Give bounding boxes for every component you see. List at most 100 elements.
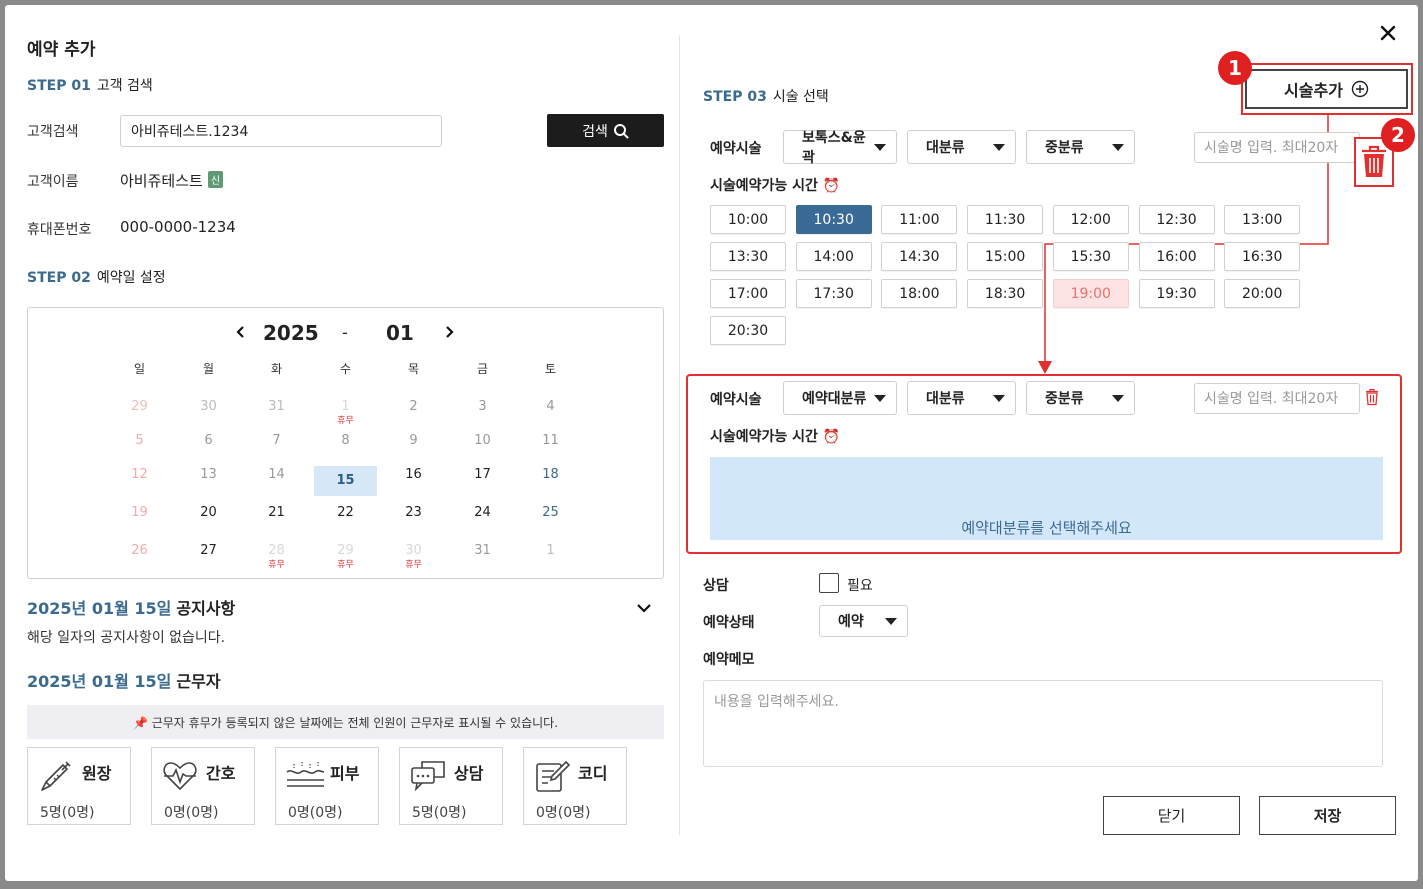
search-button-label: 검색 [582,123,608,140]
next-month-icon[interactable] [434,320,464,344]
add-procedure-button[interactable]: 시술추가 [1245,69,1408,109]
calendar-day[interactable]: 6 [177,432,240,462]
calendar-day[interactable]: 30 [177,398,240,428]
time-slot[interactable]: 16:00 [1138,242,1215,271]
customer-name: 아비쥬테스트 신 [120,170,224,191]
calendar-day[interactable]: 9 [382,432,445,462]
time-slot[interactable]: 19:30 [1138,279,1215,308]
calendar-day[interactable]: 20 [177,504,240,534]
time-slot[interactable]: 15:00 [967,242,1044,271]
staff-card-director: 원장 5명(0명) [27,747,131,825]
time-slot[interactable]: 12:00 [1052,205,1129,234]
calendar-day[interactable]: 27 [177,542,240,572]
calendar-day[interactable]: 13 [177,466,240,496]
calendar-day[interactable]: 31 [245,398,308,428]
calendar-day[interactable]: 26 [108,542,171,572]
trash-icon[interactable] [1365,388,1379,410]
calendar-day[interactable]: 28 휴무 [245,542,308,572]
calendar-day[interactable]: 7 [245,432,308,462]
calendar-day[interactable]: 29 휴무 [314,542,377,572]
calendar-day[interactable]: 19 [108,504,171,534]
time-slot[interactable]: 10:30 [795,205,872,234]
time-slot[interactable]: 15:30 [1052,242,1129,271]
procedure1-major-select[interactable]: 대분류 [907,130,1016,164]
time-slot[interactable]: 20:00 [1224,279,1301,308]
calendar-day[interactable]: 12 [108,466,171,496]
caret-down-icon [874,394,886,402]
calendar-day[interactable]: 14 [245,466,308,496]
time-slot[interactable]: 13:30 [710,242,786,271]
time-slot[interactable]: 14:30 [881,242,958,271]
calendar-day[interactable]: 31 [451,542,514,572]
calendar-day[interactable]: 5 [108,432,171,462]
staff-count: 5명(0명) [40,805,95,821]
staff-date: 2025년 01월 15일 [27,672,172,691]
calendar-day[interactable]: 23 [382,504,445,534]
time-slot[interactable]: 11:30 [967,205,1044,234]
close-button[interactable]: 닫기 [1103,796,1240,835]
calendar-day[interactable]: 1 [519,542,582,572]
calendar-day[interactable]: 21 [245,504,308,534]
status-select[interactable]: 예약 [819,605,908,637]
calendar-day[interactable]: 24 [451,504,514,534]
calendar-day[interactable]: 4 [519,398,582,428]
procedure2-category-value: 예약대분류 [802,391,867,407]
customer-search-input[interactable] [120,115,442,147]
day-number: 31 [268,399,285,414]
calendar-day[interactable]: 2 [382,398,445,428]
staff-card-coordinator: 코디 0명(0명) [523,747,627,825]
staff-name: 코디 [578,764,608,783]
calendar-day[interactable]: 15 [314,466,377,496]
calendar-day[interactable]: 11 [519,432,582,462]
time-slot[interactable]: 12:30 [1138,205,1215,234]
save-button[interactable]: 저장 [1259,796,1396,835]
staff-card-consult: 상담 5명(0명) [399,747,503,825]
day-number: 31 [474,543,491,558]
procedure1-category-select[interactable]: 보톡스&윤곽 [783,130,897,166]
trash-icon[interactable] [1360,145,1388,183]
prev-month-icon[interactable] [226,320,256,344]
calendar-day[interactable]: 3 [451,398,514,428]
memo-textarea[interactable] [703,680,1383,767]
day-number: 25 [542,505,559,520]
procedure1-name-input[interactable] [1194,132,1360,163]
weekday-label: 월 [202,362,215,376]
calendar-day[interactable]: 8 [314,432,377,462]
step1-heading: STEP 01 고객 검색 [27,75,153,95]
chevron-down-icon[interactable] [636,599,652,618]
procedure1-mid-select[interactable]: 중분류 [1026,130,1135,164]
time-slot[interactable]: 20:30 [710,316,786,345]
time-slot[interactable]: 18:00 [881,279,958,308]
heartbeat-icon [163,762,197,791]
calendar-day[interactable]: 1 휴무 [314,398,377,428]
time-slot[interactable]: 18:30 [967,279,1044,308]
time-slot[interactable]: 10:00 [710,205,786,234]
time-slot[interactable]: 14:00 [795,242,872,271]
time-slot[interactable]: 17:00 [710,279,786,308]
staff-title: 근무자 [176,672,221,691]
procedure2-category-select[interactable]: 예약대분류 [783,381,897,415]
calendar-day[interactable]: 16 [382,466,445,496]
time-slot[interactable]: 11:00 [881,205,958,234]
procedure2-mid-select[interactable]: 중분류 [1026,381,1135,415]
time-slot[interactable]: 13:00 [1224,205,1301,234]
staff-name: 간호 [206,764,236,783]
calendar-day[interactable]: 29 [108,398,171,428]
calendar-day[interactable]: 25 [519,504,582,534]
holiday-label: 휴무 [337,560,354,570]
day-number: 23 [405,505,422,520]
status-value: 예약 [838,614,864,630]
calendar-day[interactable]: 22 [314,504,377,534]
time-slot[interactable]: 16:30 [1224,242,1301,271]
time-slot[interactable]: 17:30 [795,279,872,308]
calendar-day[interactable]: 30 휴무 [382,542,445,572]
consult-checkbox[interactable] [819,573,839,593]
close-icon[interactable] [1377,22,1399,44]
calendar-day[interactable]: 17 [451,466,514,496]
procedure2-name-input[interactable] [1194,383,1360,414]
calendar-day[interactable]: 10 [451,432,514,462]
search-button[interactable]: 검색 [547,114,664,147]
notice-title: 공지사항 [176,599,236,618]
calendar-day[interactable]: 18 [519,466,582,496]
procedure2-major-select[interactable]: 대분류 [907,381,1016,415]
